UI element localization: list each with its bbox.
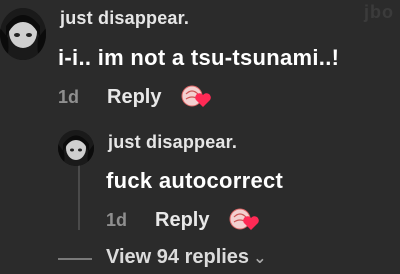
avatar[interactable] <box>0 8 46 60</box>
reply-actions: 1d Reply <box>106 208 260 232</box>
view-replies-divider <box>58 258 92 260</box>
reply-text: fuck autocorrect <box>106 168 284 193</box>
reply-username[interactable]: just disappear. <box>108 132 237 153</box>
comment-actions: 1d Reply <box>58 85 212 109</box>
reply-button[interactable]: Reply <box>107 86 161 109</box>
view-replies-button[interactable]: View 94 replies ⌄ <box>106 246 266 269</box>
reply-timestamp: 1d <box>106 209 128 230</box>
reply-reply-button[interactable]: Reply <box>155 209 209 232</box>
reply-avatar[interactable] <box>58 130 94 166</box>
chevron-down-icon: ⌄ <box>253 249 267 267</box>
comment-username[interactable]: just disappear. <box>60 8 189 29</box>
watermark-logo: jbo <box>364 2 394 22</box>
view-replies-label: View 94 replies <box>106 246 250 268</box>
comment-text: i-i.. im not a tsu-tsunami..! <box>58 45 340 70</box>
comment-timestamp: 1d <box>58 86 80 107</box>
heart-reaction-icon[interactable] <box>181 85 212 109</box>
heart-reaction-icon[interactable] <box>229 208 260 232</box>
